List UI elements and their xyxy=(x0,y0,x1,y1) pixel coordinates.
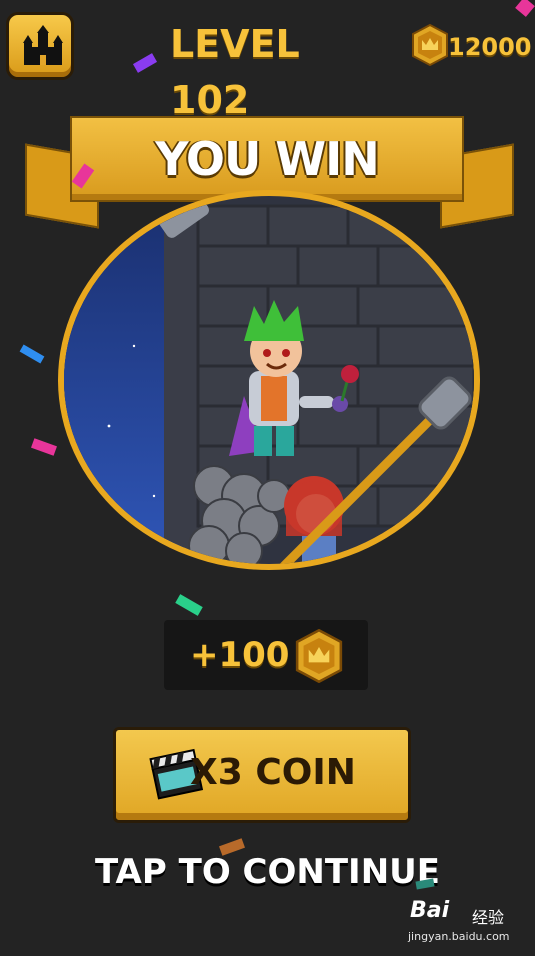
watermark-logo: Bai xyxy=(410,898,450,923)
confetti-piece xyxy=(31,438,57,456)
crown-coin-icon xyxy=(295,629,343,683)
confetti-piece xyxy=(19,344,45,364)
x3-coin-label: X3 COIN xyxy=(190,752,356,793)
coin-balance: 12000 xyxy=(448,33,532,61)
confetti-piece xyxy=(175,594,203,616)
level-title: LEVEL 102 xyxy=(170,22,300,122)
confetti-piece xyxy=(132,53,158,73)
crown-coin-icon xyxy=(412,24,448,66)
confetti-piece xyxy=(515,0,535,17)
watermark-url: jingyan.baidu.com xyxy=(408,930,510,943)
reward-amount: +100 xyxy=(190,635,290,675)
castle-icon xyxy=(23,25,63,65)
level-scene-image xyxy=(58,190,480,570)
watermark-logo-cn: 经验 xyxy=(472,908,505,927)
home-button[interactable] xyxy=(6,12,74,80)
tap-to-continue[interactable]: TAP TO CONTINUE xyxy=(0,852,535,892)
